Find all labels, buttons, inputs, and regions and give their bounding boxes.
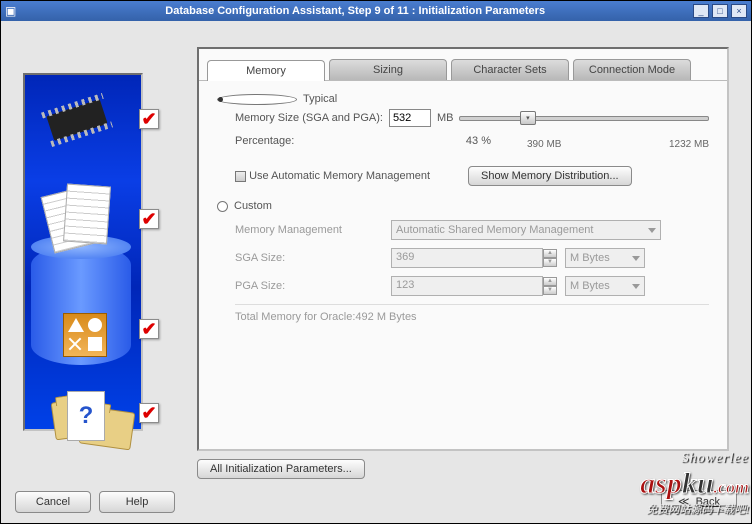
memory-slider[interactable]: ▾ [459,116,709,121]
step-2-check-icon: ✔ [139,209,159,229]
step-chip-icon [37,85,117,155]
footer: Cancel Help ≪ Back [1,490,751,513]
amm-checkbox[interactable] [235,171,246,182]
mem-mgmt-label: Memory Management [235,224,391,236]
sga-unit-value: M Bytes [570,252,610,264]
sga-unit-select: M Bytes [565,248,645,268]
slider-thumb-icon[interactable]: ▾ [520,111,536,125]
maximize-button[interactable]: □ [712,4,728,18]
radio-typical-label: Typical [303,93,337,105]
close-button[interactable]: × [731,4,747,18]
titlebar: ▣ Database Configuration Assistant, Step… [1,1,751,21]
show-distribution-button[interactable]: Show Memory Distribution... [468,166,632,186]
content-panel: Memory Sizing Character Sets Connection … [197,47,729,451]
help-button[interactable]: Help [99,491,175,513]
total-label: Total Memory for Oracle: [235,311,355,323]
watermark-top: Showerlee [640,451,749,467]
tab-bar: Memory Sizing Character Sets Connection … [199,49,727,81]
mem-mgmt-select: Automatic Shared Memory Management [391,220,661,240]
memory-unit-label: MB [437,112,454,124]
radio-custom-label: Custom [234,200,272,212]
back-glyph-icon: ≪ [678,496,690,508]
total-value: 492 M Bytes [355,311,416,323]
wizard-steps-sidebar: ✔ ✔ ✔ ? ✔ [23,73,143,431]
all-params-button[interactable]: All Initialization Parameters... [197,459,365,479]
back-label: Back [696,496,720,508]
step-shapes-icon [63,313,107,357]
step-docs-icon [37,185,117,255]
step-4-check-icon: ✔ [139,403,159,423]
tab-sizing[interactable]: Sizing [329,59,447,80]
pga-spinner: ▲▼ [543,277,557,295]
tab-charsets[interactable]: Character Sets [451,59,569,80]
memory-size-input[interactable] [389,109,431,127]
memory-size-label: Memory Size (SGA and PGA): [235,112,383,124]
dropdown-icon [632,256,640,261]
tab-memory[interactable]: Memory [207,60,325,81]
dropdown-icon [648,228,656,233]
minimize-button[interactable]: _ [693,4,709,18]
cancel-button[interactable]: Cancel [15,491,91,513]
pga-input: 123 [391,276,543,296]
scale-low: 390 MB [527,139,561,150]
tab-connmode[interactable]: Connection Mode [573,59,691,80]
window-title: Database Configuration Assistant, Step 9… [20,5,690,17]
client-area: ✔ ✔ ✔ ? ✔ Memory Sizing Character Sets C… [1,21,751,523]
percentage-label: Percentage: [235,135,294,150]
pga-unit-value: M Bytes [570,280,610,292]
app-icon: ▣ [5,4,16,18]
step-1-check-icon: ✔ [139,109,159,129]
radio-typical[interactable] [217,94,297,105]
radio-custom[interactable] [217,201,228,212]
pga-unit-select: M Bytes [565,276,645,296]
sga-spinner: ▲▼ [543,249,557,267]
dropdown-icon [632,284,640,289]
step-3-check-icon: ✔ [139,319,159,339]
scale-high: 1232 MB [669,139,709,150]
sga-input: 369 [391,248,543,268]
percentage-value: 43 % [466,135,491,150]
back-button[interactable]: ≪ Back [661,490,737,513]
mem-mgmt-value: Automatic Shared Memory Management [396,224,593,236]
amm-label: Use Automatic Memory Management [249,170,430,182]
pga-label: PGA Size: [235,280,391,292]
sga-label: SGA Size: [235,252,391,264]
